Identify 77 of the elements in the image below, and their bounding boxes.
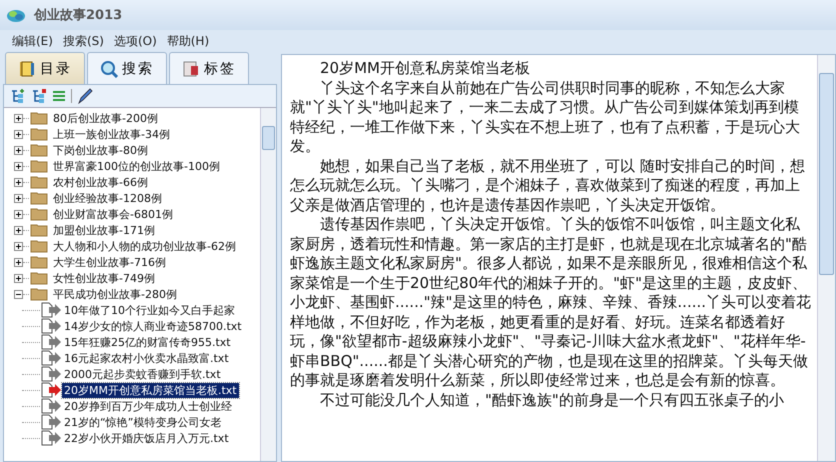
tree-item[interactable]: 上班一族创业故事-34例 bbox=[51, 126, 172, 142]
app-icon bbox=[6, 7, 26, 23]
tree-item[interactable]: 大学生创业故事-716例 bbox=[51, 254, 168, 270]
file-icon bbox=[40, 318, 62, 334]
file-icon bbox=[40, 334, 62, 350]
tree-item[interactable]: 22岁小伙开婚庆饭店月入万元.txt bbox=[62, 430, 231, 446]
expander[interactable] bbox=[14, 242, 23, 250]
tree-item[interactable]: 21岁的“惊艳”模特变身公司女老 bbox=[62, 414, 224, 430]
folder-icon bbox=[30, 207, 48, 221]
book-icon bbox=[18, 60, 36, 78]
tree-item[interactable]: 10年做了10个行业如今又白手起家 bbox=[62, 302, 237, 318]
file-icon bbox=[40, 350, 62, 366]
window-title: 创业故事2013 bbox=[34, 7, 122, 24]
folder-icon bbox=[30, 223, 48, 237]
expander[interactable] bbox=[14, 114, 23, 122]
tree-item[interactable]: 80后创业故事-200例 bbox=[51, 110, 160, 126]
expander[interactable] bbox=[14, 194, 23, 202]
tree-item[interactable]: 创业经验故事-1208例 bbox=[51, 190, 164, 206]
tree-item[interactable]: 20岁挣到百万少年成功人士创业经 bbox=[62, 398, 234, 414]
menu-item[interactable]: 搜索(S) bbox=[62, 32, 104, 50]
expander[interactable] bbox=[14, 146, 23, 154]
paragraph: 遗传基因作祟吧，丫头决定开饭馆。丫头的饭馆不叫饭馆，叫主题文化私家厨房，透着玩性和情趣。第一家店的主打是虾，也就是现在北京城著名的"酷虾逸族主题文化私家厨房"。很多人都说，如果不是亲眼所见，很难相信这个私家菜馆是一个生于20世纪80年代的湘妹子开的。"虾"是这里的主题，皮皮虾、小龙虾、基围虾......"辣"是这里的特色，麻辣、辛辣、香辣......丫头可以变着花样地做，不但好吃，作为老板，她更看重的是好看、好玩。连菜名都透着好玩，像"欲望都市-超级麻辣小龙虾"、"寻秦记-川味大盆水煮龙虾"、"花样年华-虾串BBQ"......都是丫头潜心研究的产物，也是现在这里的招牌菜。丫头每天做的事就是琢磨着发明什么新菜，所以即使经常过来，也总是会有新的惊喜。 bbox=[290, 215, 811, 390]
menu-item[interactable]: 帮助(H) bbox=[166, 32, 210, 50]
file-icon bbox=[40, 430, 62, 446]
remove-node-icon[interactable] bbox=[31, 88, 47, 104]
folder-icon bbox=[30, 175, 48, 189]
scrollbar[interactable] bbox=[260, 108, 276, 461]
file-icon bbox=[40, 398, 62, 414]
tree-item[interactable]: 加盟创业故事-171例 bbox=[51, 222, 157, 238]
expander[interactable] bbox=[14, 290, 23, 298]
document-title: 20岁MM开创意私房菜馆当老板 bbox=[319, 59, 531, 78]
pen-icon[interactable] bbox=[77, 88, 93, 104]
tag-icon bbox=[182, 60, 200, 78]
expander[interactable] bbox=[14, 130, 23, 138]
tree-item[interactable]: 农村创业故事-66例 bbox=[51, 174, 150, 190]
magnifier-icon bbox=[100, 60, 118, 78]
paragraph: 丫头这个名字来自从前她在广告公司供职时同事的昵称，不知怎么大家就"丫头丫头"地叫起来了，一来二去成了习惯。从广告公司到媒体策划再到模特经纪，一堆工作做下来，丫头实在不想上班了，也有了点积蓄，于是玩心大发。 bbox=[290, 78, 801, 156]
tree-item[interactable]: 20岁MM开创意私房菜馆当老板.txt bbox=[62, 382, 239, 398]
file-icon bbox=[40, 302, 62, 318]
folder-icon bbox=[30, 143, 48, 157]
expander[interactable] bbox=[14, 178, 23, 186]
tree-item[interactable]: 女性创业故事-749例 bbox=[51, 270, 157, 286]
scrollbar[interactable] bbox=[817, 55, 835, 461]
paragraph: 她想，如果自己当了老板，就不用坐班了，可以 随时安排自己的时间，想怎么玩就怎么玩。丫头嘴刁，是个湘妹子，喜欢做菜到了痴迷的程度，再加上父亲是做酒店管理的，也许是遗传基因作祟吧，丫头决定开饭馆。 bbox=[290, 156, 806, 215]
tree-item[interactable]: 世界富豪100位的创业故事-100例 bbox=[51, 158, 222, 174]
tab[interactable]: 搜索 bbox=[87, 52, 167, 84]
tree-item[interactable]: 平民成功创业故事-280例 bbox=[51, 286, 179, 302]
folder-icon bbox=[30, 271, 48, 285]
tab[interactable]: 标签 bbox=[169, 52, 249, 84]
tree-item[interactable]: 16元起家农村小伙卖水晶致富.txt bbox=[62, 350, 231, 366]
file-icon bbox=[40, 414, 62, 430]
menu-item[interactable]: 编辑(E) bbox=[12, 32, 53, 50]
folder-icon bbox=[30, 191, 48, 205]
folder-icon bbox=[30, 111, 48, 125]
expander[interactable] bbox=[14, 226, 23, 234]
tab[interactable]: 目录 bbox=[5, 52, 85, 84]
folder-icon bbox=[30, 287, 48, 301]
folder-icon bbox=[30, 159, 48, 173]
file-icon bbox=[40, 366, 62, 382]
expander[interactable] bbox=[14, 258, 23, 266]
menu-item[interactable]: 选项(O) bbox=[114, 32, 157, 50]
expander[interactable] bbox=[14, 274, 23, 282]
tree-item[interactable]: 大人物和小人物的成功创业故事-62例 bbox=[51, 238, 238, 254]
tree-item[interactable]: 2000元起步卖蚊香赚到手软.txt bbox=[62, 366, 223, 382]
paragraph: 不过可能没几个人知道，"酷虾逸族"的前身是一个只有四五张桌子的小 bbox=[319, 390, 785, 410]
tree-item[interactable]: 14岁少女的惊人商业奇迹58700.txt bbox=[62, 318, 244, 334]
expander[interactable] bbox=[14, 162, 23, 170]
add-node-icon[interactable] bbox=[10, 88, 26, 104]
folder-icon bbox=[30, 239, 48, 253]
tree-item[interactable]: 下岗创业故事-80例 bbox=[51, 142, 150, 158]
expander[interactable] bbox=[14, 210, 23, 218]
list-icon[interactable] bbox=[52, 89, 66, 103]
tree-item[interactable]: 15年狂赚25亿的财富传奇955.txt bbox=[62, 334, 233, 350]
tree-item[interactable]: 创业财富故事会-6801例 bbox=[51, 206, 175, 222]
file-icon bbox=[40, 382, 62, 398]
folder-icon bbox=[30, 127, 48, 141]
folder-icon bbox=[30, 255, 48, 269]
